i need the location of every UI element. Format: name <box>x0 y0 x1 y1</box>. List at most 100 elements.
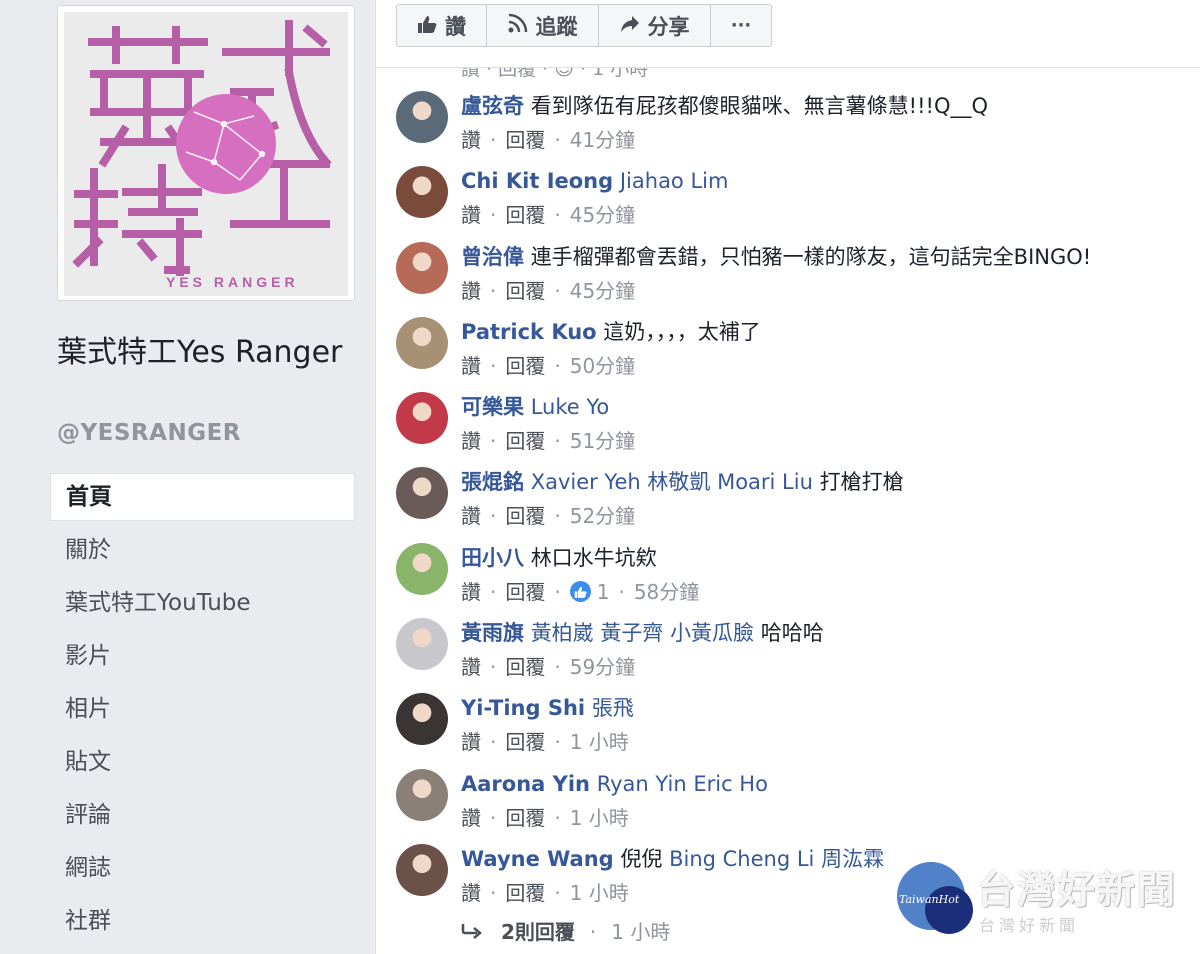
comment-timestamp[interactable]: 52分鐘 <box>570 502 635 530</box>
page-handle[interactable]: @YESRANGER <box>57 420 241 446</box>
comment-reply-link[interactable]: 回覆 <box>505 427 545 455</box>
comment-reply-link[interactable]: 回覆 <box>505 653 545 681</box>
comment-like-link[interactable]: 讚 <box>461 804 481 832</box>
avatar[interactable] <box>396 843 448 896</box>
avatar[interactable] <box>396 316 448 369</box>
tagged-user[interactable]: Moari Liu <box>717 470 813 494</box>
comment-author[interactable]: 田小八 <box>461 546 524 570</box>
follow-button[interactable]: 追蹤 <box>487 5 599 46</box>
comment-reply-link[interactable]: 回覆 <box>505 804 545 832</box>
tagged-user[interactable]: 小黃瓜臉 <box>670 621 754 645</box>
tagged-user[interactable]: 張飛 <box>592 696 634 720</box>
comment-reply-link[interactable]: 回覆 <box>505 502 545 530</box>
comment-like-link[interactable]: 讚 <box>461 502 481 530</box>
comment-body: Wayne Wang 倪倪 Bing Cheng Li 周汯霖 <box>461 845 884 873</box>
comment-timestamp[interactable]: 45分鐘 <box>570 201 635 229</box>
tagged-user[interactable]: 周汯霖 <box>821 847 884 871</box>
avatar[interactable] <box>396 768 448 821</box>
share-button[interactable]: 分享 <box>599 5 711 46</box>
nav-item-home[interactable]: 首頁 <box>50 473 355 521</box>
comment-timestamp[interactable]: 58分鐘 <box>634 578 699 606</box>
tagged-user[interactable]: Jiahao Lim <box>620 169 729 193</box>
comment-like-link[interactable]: 讚 <box>461 879 481 907</box>
comment-body: Patrick Kuo 這奶，，，，太補了 <box>461 318 761 346</box>
avatar[interactable] <box>396 241 448 294</box>
avatar[interactable] <box>396 618 448 671</box>
like-count[interactable]: 1 <box>597 578 610 606</box>
comment-author[interactable]: Aarona Yin <box>461 772 590 796</box>
nav-item-photos[interactable]: 相片 <box>50 684 355 737</box>
comment-meta: 讚 · 回覆 · 1 小時 <box>461 728 629 756</box>
comment-author[interactable]: Patrick Kuo <box>461 320 597 344</box>
nav-item-community[interactable]: 社群 <box>50 896 355 949</box>
comment-reply-link[interactable]: 回覆 <box>505 201 545 229</box>
meta-separator: · <box>490 730 497 755</box>
replies-time[interactable]: 1 小時 <box>611 918 670 946</box>
comment-timestamp[interactable]: 59分鐘 <box>570 653 635 681</box>
comment-reply-link[interactable]: 回覆 <box>505 578 545 606</box>
comment-author[interactable]: 曾治偉 <box>461 245 524 269</box>
tagged-user[interactable]: Bing Cheng Li <box>669 847 814 871</box>
comment-author[interactable]: 盧弦奇 <box>461 94 524 118</box>
more-options-button[interactable]: ··· <box>711 5 771 46</box>
meta-separator: · <box>490 203 497 228</box>
avatar[interactable] <box>396 392 448 445</box>
meta-separator: · <box>490 880 497 905</box>
comment-reply-link[interactable]: 回覆 <box>505 879 545 907</box>
comment-timestamp[interactable]: 1 小時 <box>570 728 629 756</box>
meta-separator: · <box>554 128 561 152</box>
comment-timestamp[interactable]: 45分鐘 <box>570 277 635 305</box>
tagged-user[interactable]: 林敬凱 <box>647 470 710 494</box>
comment-timestamp[interactable]: 41分鐘 <box>570 126 635 154</box>
avatar[interactable] <box>396 542 448 595</box>
comment-author[interactable]: 黃雨旗 <box>461 621 524 645</box>
tagged-user[interactable]: Ryan Yin <box>597 772 687 796</box>
comment-author[interactable]: 張焜銘 <box>461 470 524 494</box>
comment-like-link[interactable]: 讚 <box>461 126 481 154</box>
tagged-user[interactable]: Xavier Yeh <box>531 470 641 494</box>
nav-item-about[interactable]: 關於 <box>50 525 355 578</box>
comment-meta: 讚 · 回覆 · 1 小時 <box>461 879 629 907</box>
nav-item-videos[interactable]: 影片 <box>50 631 355 684</box>
avatar[interactable] <box>396 166 448 219</box>
comment-author[interactable]: Chi Kit Ieong <box>461 169 613 193</box>
avatar[interactable] <box>396 467 448 520</box>
comment-like-link[interactable]: 讚 <box>461 728 481 756</box>
comment-meta: 讚 · 回覆 · 45分鐘 <box>461 201 635 229</box>
comment-like-link[interactable]: 讚 <box>461 578 481 606</box>
comment-like-link[interactable]: 讚 <box>461 352 481 380</box>
view-replies-row[interactable]: 2則回覆 · 1 小時 <box>461 918 670 946</box>
nav-item-reviews[interactable]: 評論 <box>50 790 355 843</box>
nav-item-posts[interactable]: 貼文 <box>50 737 355 790</box>
profile-picture-frame[interactable]: YES RANGER <box>57 5 355 301</box>
comment-timestamp[interactable]: 1 小時 <box>570 804 629 832</box>
comment-reply-link[interactable]: 回覆 <box>505 126 545 154</box>
like-page-button[interactable]: 讚 <box>397 5 487 46</box>
comment-timestamp[interactable]: 1 小時 <box>570 879 629 907</box>
nav-item-youtube[interactable]: 葉式特工YouTube <box>50 578 355 631</box>
comment-author[interactable]: 可樂果 <box>461 395 524 419</box>
tagged-user[interactable]: Luke Yo <box>531 395 610 419</box>
tagged-user[interactable]: 黃子齊 <box>600 621 663 645</box>
comment-timestamp[interactable]: 51分鐘 <box>570 427 635 455</box>
comment-like-link[interactable]: 讚 <box>461 201 481 229</box>
comment-reply-link[interactable]: 回覆 <box>505 352 545 380</box>
comment-timestamp[interactable]: 50分鐘 <box>570 352 635 380</box>
comment-author[interactable]: Yi-Ting Shi <box>461 696 585 720</box>
comment-reply-link[interactable]: 回覆 <box>505 277 545 305</box>
comment-like-link[interactable]: 讚 <box>461 277 481 305</box>
logo-subtext: YES RANGER <box>166 274 299 290</box>
nav-item-notes[interactable]: 網誌 <box>50 843 355 896</box>
tagged-user[interactable]: 黃柏崴 <box>531 621 594 645</box>
comment-reply-link[interactable]: 回覆 <box>505 728 545 756</box>
comment-like-link[interactable]: 讚 <box>461 427 481 455</box>
avatar[interactable] <box>396 91 448 143</box>
comment-like-link[interactable]: 讚 <box>461 653 481 681</box>
meta-separator: · <box>554 353 561 378</box>
meta-separator: · <box>490 504 497 529</box>
like-reaction-icon[interactable] <box>569 581 591 603</box>
avatar[interactable] <box>396 693 448 746</box>
comment-author[interactable]: Wayne Wang <box>461 847 614 871</box>
view-replies-link[interactable]: 2則回覆 <box>501 918 575 946</box>
tagged-user[interactable]: Eric Ho <box>693 772 768 796</box>
